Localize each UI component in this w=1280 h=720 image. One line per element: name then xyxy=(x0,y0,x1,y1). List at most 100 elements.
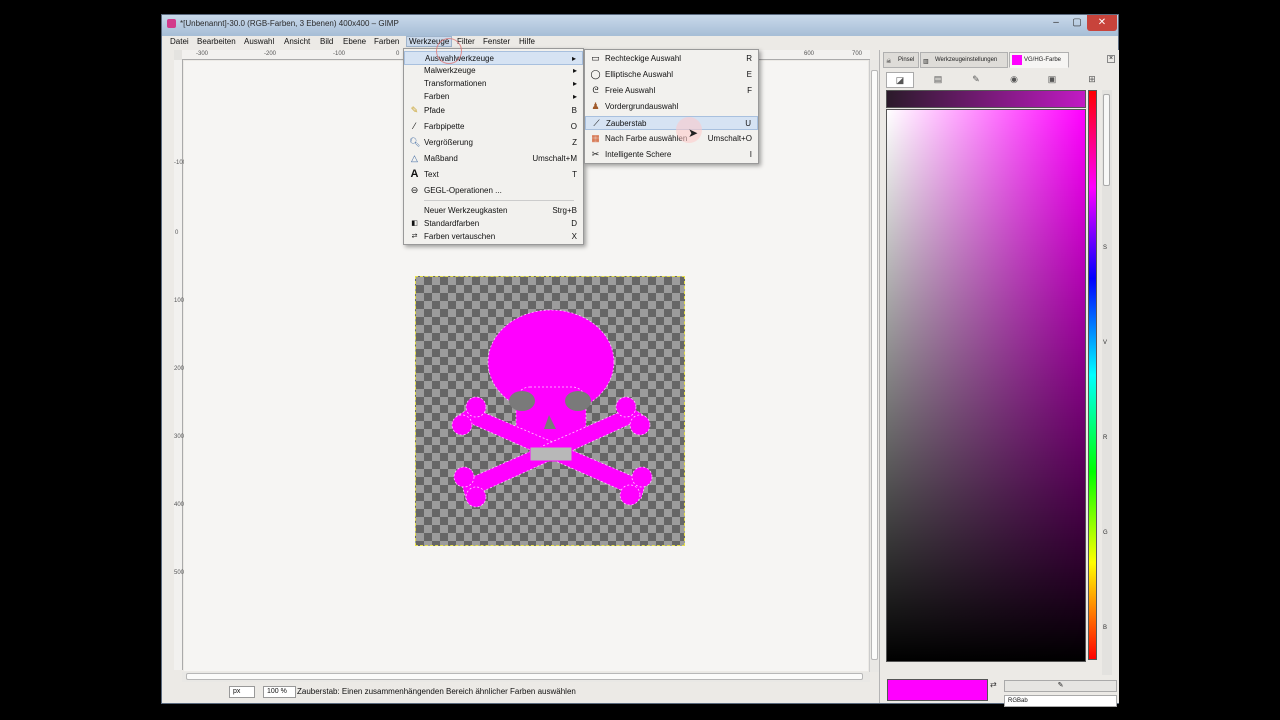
menu-item-intelligente-schere[interactable]: ✂ Intelligente Schere I xyxy=(585,148,758,162)
menu-item-elliptische-auswahl[interactable]: ◯ Elliptische Auswahl E xyxy=(585,68,758,82)
palette-icon[interactable]: ▣ xyxy=(1038,72,1066,88)
rgb-hex-field[interactable]: RGBab xyxy=(1004,695,1117,707)
cmyk-icon[interactable]: ▤ xyxy=(924,72,952,88)
selection-tools-submenu: ▭ Rechteckige Auswahl R ◯ Elliptische Aus… xyxy=(584,49,759,164)
ruler-tick: 300 xyxy=(174,434,185,440)
tab-tool-options[interactable]: ▥ Werkzeugeinstellungen xyxy=(920,52,1008,68)
menu-item-rechteckige-auswahl[interactable]: ▭ Rechteckige Auswahl R xyxy=(585,52,758,66)
maximize-button[interactable]: ▢ xyxy=(1067,15,1087,31)
canvas-vertical-scrollbar[interactable] xyxy=(869,60,879,672)
close-button[interactable]: ✕ xyxy=(1087,15,1117,31)
menu-hilfe[interactable]: Hilfe xyxy=(519,37,535,46)
tab-brushes[interactable]: ☠ Pinsel xyxy=(883,52,919,68)
minimize-button[interactable]: – xyxy=(1045,15,1067,31)
menu-datei[interactable]: Datei xyxy=(170,37,189,46)
wheel-icon[interactable]: ◉ xyxy=(1000,72,1028,88)
foreground-color-swatch[interactable] xyxy=(887,679,988,701)
ruler-tick: -200 xyxy=(264,51,277,57)
channel-label-b: B xyxy=(1103,625,1108,631)
menu-item-neuer-werkzeugkasten[interactable]: Neuer Werkzeugkasten Strg+B xyxy=(404,204,583,218)
tools-menu: Auswahlwerkzeuge ▸ Malwerkzeuge ▸ Transfor… xyxy=(403,48,584,245)
tab-fg-bg-color-label: VG/HG-Farbe xyxy=(1024,57,1062,63)
color-selector[interactable] xyxy=(886,90,1086,710)
measure-icon: △ xyxy=(411,153,418,163)
zoom-select[interactable]: 100 % xyxy=(263,686,296,698)
ruler-corner[interactable] xyxy=(174,50,182,60)
menu-item-standardfarben[interactable]: ◧ Standardfarben D xyxy=(404,217,583,231)
canvas-horizontal-scrollbar[interactable] xyxy=(182,672,870,682)
gimp-selector-icon[interactable]: ◪ xyxy=(886,72,914,88)
unit-select[interactable]: px xyxy=(229,686,255,698)
dock-close-icon[interactable]: × xyxy=(1107,55,1115,63)
menu-item-text[interactable]: A Text T xyxy=(404,168,583,182)
scrollbar-thumb[interactable] xyxy=(871,70,878,660)
saturation-value-square[interactable] xyxy=(886,109,1086,662)
menu-auswahl[interactable]: Auswahl xyxy=(244,37,274,46)
menu-item-nach-farbe-auswaehlen[interactable]: ▦ Nach Farbe auswählen Umschalt+O xyxy=(585,132,758,146)
ruler-tick: -100 xyxy=(333,51,346,57)
scrollbar-thumb[interactable] xyxy=(1103,94,1110,186)
menu-item-pfade[interactable]: ✎ Pfade B xyxy=(404,104,583,118)
menu-ansicht[interactable]: Ansicht xyxy=(284,37,310,46)
menu-bearbeiten[interactable]: Bearbeiten xyxy=(197,37,236,46)
menu-ebene[interactable]: Ebene xyxy=(343,37,366,46)
menu-item-zauberstab[interactable]: ⟋ Zauberstab U xyxy=(585,116,758,130)
menu-item-farbpipette[interactable]: ⁄ Farbpipette O xyxy=(404,120,583,134)
ellipse-select-icon: ◯ xyxy=(590,69,601,79)
zoom-icon: 🔍︎ xyxy=(409,137,421,147)
ruler-tick: 100 xyxy=(174,298,185,304)
menu-item-farben[interactable]: Farben ▸ xyxy=(404,90,583,104)
menu-item-transformationen[interactable]: Transformationen ▸ xyxy=(404,77,583,91)
status-message: Zauberstab: Einen zusammenhängenden Bere… xyxy=(297,687,576,696)
swap-colors-icon: ⇄ xyxy=(411,233,418,240)
fg-color-icon xyxy=(1012,55,1022,65)
menu-bild[interactable]: Bild xyxy=(320,37,333,46)
menu-item-massband[interactable]: △ Maßband Umschalt+M xyxy=(404,152,583,166)
pipette-icon: ✎ xyxy=(1057,682,1064,689)
menu-item-freie-auswahl[interactable]: ᘓ Freie Auswahl F xyxy=(585,84,758,98)
menu-separator xyxy=(424,200,574,201)
channel-scrollbar[interactable] xyxy=(1102,90,1112,675)
select-by-color-icon: ▦ xyxy=(591,133,600,143)
mouse-cursor-icon: ➤ xyxy=(688,126,699,140)
ruler-tick: 700 xyxy=(852,51,863,57)
scrollbar-thumb[interactable] xyxy=(186,673,863,680)
menu-item-gegl[interactable]: ⊖ GEGL-Operationen ... xyxy=(404,184,583,198)
ruler-tick: 400 xyxy=(174,502,185,508)
menu-item-malwerkzeuge[interactable]: Malwerkzeuge ▸ xyxy=(404,64,583,78)
text-icon: A xyxy=(410,168,419,180)
default-colors-icon: ◧ xyxy=(411,220,418,227)
image-canvas[interactable] xyxy=(415,276,685,546)
channel-label-g: G xyxy=(1103,530,1108,536)
tab-fg-bg-color[interactable]: VG/HG-Farbe xyxy=(1009,52,1069,68)
ruler-tick: 0 xyxy=(175,230,179,236)
right-dock: ☠ Pinsel ▥ Werkzeugeinstellungen VG/HG-F… xyxy=(879,50,1119,707)
menu-item-vergroesserung[interactable]: 🔍︎ Vergrößerung Z xyxy=(404,136,583,150)
gegl-icon: ⊖ xyxy=(410,185,419,195)
free-select-icon: ᘓ xyxy=(592,85,599,95)
tab-tool-options-label: Werkzeugeinstellungen xyxy=(935,57,998,63)
hue-strip[interactable] xyxy=(1088,90,1097,660)
menu-item-farben-vertauschen[interactable]: ⇄ Farben vertauschen X xyxy=(404,230,583,244)
menu-farben[interactable]: Farben xyxy=(374,37,399,46)
menu-item-vordergrundauswahl[interactable]: ♟ Vordergrundauswahl xyxy=(585,100,758,114)
value-strip[interactable] xyxy=(886,90,1086,108)
scales-icon[interactable]: ⊞ xyxy=(1078,72,1106,88)
click-indicator xyxy=(436,38,462,64)
title-bar[interactable]: *[Unbenannt]-30.0 (RGB-Farben, 3 Ebenen)… xyxy=(162,15,1118,36)
magic-wand-icon: ⟋ xyxy=(593,118,600,128)
vertical-ruler[interactable]: -100 0 100 200 300 400 500 xyxy=(174,60,186,670)
menu-fenster[interactable]: Fenster xyxy=(483,37,510,46)
statusbar: px 100 % Zauberstab: Einen zusammenhänge… xyxy=(162,682,882,703)
color-picker-button[interactable]: ✎ xyxy=(1004,680,1117,692)
swap-colors-icon[interactable]: ⇄ xyxy=(990,680,997,689)
color-picker-icon: ⁄ xyxy=(413,121,416,131)
skull-crossbones-image xyxy=(451,309,653,508)
window-title: *[Unbenannt]-30.0 (RGB-Farben, 3 Ebenen)… xyxy=(180,19,399,28)
menu-item-auswahlwerkzeuge[interactable]: Auswahlwerkzeuge ▸ xyxy=(404,51,583,65)
tool-options-icon: ▥ xyxy=(923,59,929,65)
foreground-select-icon: ♟ xyxy=(591,101,600,111)
watercolor-icon[interactable]: ✎ xyxy=(962,72,990,88)
dock-tabs: ☠ Pinsel ▥ Werkzeugeinstellungen VG/HG-F… xyxy=(883,52,1117,68)
ruler-tick: 200 xyxy=(174,366,185,372)
